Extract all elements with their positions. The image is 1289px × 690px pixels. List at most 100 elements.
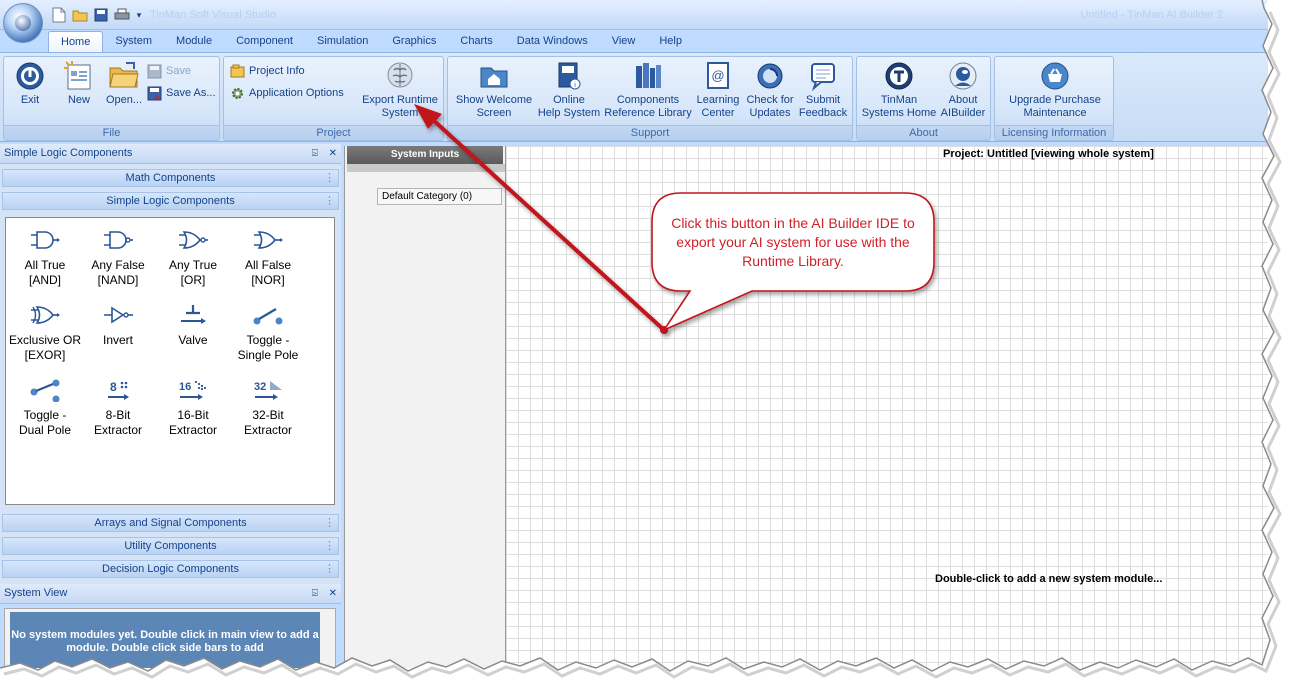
check-for-updates-button[interactable]: Check for Updates <box>744 60 796 120</box>
open-folder-large-icon <box>109 62 139 88</box>
exit-button[interactable]: Exit <box>10 60 50 107</box>
shopping-basket-icon <box>1041 62 1069 90</box>
category-simple-logic-components[interactable]: Simple Logic Components ⋮ <box>2 192 339 210</box>
save-as-button[interactable]: Save As... <box>147 84 216 102</box>
tab-home[interactable]: Home <box>48 31 104 53</box>
grip-icon: ⋮ <box>324 172 335 184</box>
toolbox-pane: Simple Logic Components ⍄ ✕ Math Compone… <box>0 144 341 584</box>
system-view-pane[interactable]: No system modules yet. Double click in m… <box>4 608 336 668</box>
tab-graphics[interactable]: Graphics <box>380 31 448 53</box>
learning-center-button[interactable]: @ Learning Center <box>694 60 742 120</box>
and-gate-icon <box>31 231 60 249</box>
close-icon[interactable]: ✕ <box>329 148 337 159</box>
component-any-false[interactable]: Any False [NAND] <box>79 228 157 288</box>
toggle-single-icon <box>253 308 283 325</box>
bit-badge: 16 <box>179 381 191 393</box>
licensing-group-label: Licensing Information <box>995 125 1113 140</box>
component-32-bit-extractor[interactable]: 32 32-Bit Extractor <box>229 378 307 438</box>
category-arrays-signal-components[interactable]: Arrays and Signal Components ⋮ <box>2 514 339 532</box>
component-invert[interactable]: Invert <box>79 303 157 348</box>
component-toggle-dual-pole[interactable]: Toggle - Dual Pole <box>6 378 84 438</box>
tinman-logo-icon <box>885 62 913 90</box>
save-disk-icon[interactable] <box>92 6 110 24</box>
close-icon[interactable]: ✕ <box>329 588 337 599</box>
component-label: Any True <box>168 258 218 272</box>
category-decision-logic-components[interactable]: Decision Logic Components ⋮ <box>2 560 339 578</box>
component-label: Single Pole <box>237 348 299 362</box>
new-button[interactable]: New <box>58 60 100 107</box>
project-info-label: Project Info <box>249 65 305 77</box>
save-as-label: Save As... <box>166 87 216 99</box>
component-label: Invert <box>102 333 133 347</box>
tab-simulation[interactable]: Simulation <box>305 31 380 53</box>
tab-component[interactable]: Component <box>224 31 305 53</box>
tab-view[interactable]: View <box>600 31 648 53</box>
about-aibuilder-button[interactable]: About AIBuilder <box>937 60 989 120</box>
grip-icon: ⋮ <box>324 563 335 575</box>
category-label: Decision Logic Components <box>102 563 239 575</box>
category-math-components[interactable]: Math Components ⋮ <box>2 169 339 187</box>
save-button[interactable]: Save <box>147 62 191 80</box>
callout-text: Click this button in the AI Builder IDE … <box>671 215 915 269</box>
component-label: Extractor <box>168 423 217 437</box>
tab-module[interactable]: Module <box>164 31 224 53</box>
component-16-bit-extractor[interactable]: 16 16-Bit Extractor <box>154 378 232 438</box>
component-8-bit-extractor[interactable]: 8 8-Bit Extractor <box>79 378 157 438</box>
component-label: 16-Bit <box>177 408 209 422</box>
online-help-system-button[interactable]: i Online Help System <box>535 60 603 120</box>
open-label: Open... <box>105 94 143 106</box>
learning-label-line2: Center <box>701 107 735 119</box>
tab-charts[interactable]: Charts <box>448 31 504 53</box>
component-toggle-single-pole[interactable]: Toggle - Single Pole <box>229 303 307 363</box>
component-all-true[interactable]: All True [AND] <box>6 228 84 288</box>
application-orb-button[interactable] <box>3 3 43 43</box>
tab-data-windows[interactable]: Data Windows <box>505 31 600 53</box>
ribbon: Exit New Open... Save Save As... File Pr… <box>0 52 1268 142</box>
category-label: Arrays and Signal Components <box>94 517 247 529</box>
system-view-message: No system modules yet. Double click in m… <box>10 612 320 668</box>
nand-gate-icon <box>104 231 133 249</box>
tinman-systems-home-button[interactable]: TinMan Systems Home <box>859 60 939 120</box>
xor-gate-icon <box>31 306 60 324</box>
pin-icon[interactable]: ⍄ <box>312 588 318 599</box>
component-any-true[interactable]: Any True [OR] <box>154 228 232 288</box>
tab-system[interactable]: System <box>103 31 164 53</box>
system-inputs-title: System Inputs <box>347 146 503 164</box>
project-info-button[interactable]: Project Info <box>230 62 305 80</box>
new-doc-icon[interactable] <box>50 6 68 24</box>
licensing-group: Upgrade Purchase Maintenance Licensing I… <box>994 56 1114 141</box>
toggle-dual-icon <box>30 379 60 402</box>
upgrade-label-line1: Upgrade Purchase <box>1009 94 1101 106</box>
help-label-line2: Help System <box>537 107 601 119</box>
print-icon[interactable] <box>113 6 131 24</box>
category-label: Utility Components <box>124 540 217 552</box>
help-label-line1: Online <box>553 94 585 106</box>
window-title: Untitled - TinMan AI Builder 2 <box>1080 9 1223 21</box>
open-button[interactable]: Open... <box>102 60 146 107</box>
default-category-item[interactable]: Default Category (0) <box>377 188 502 205</box>
gear-icon <box>232 87 243 99</box>
updates-label-line2: Updates <box>749 107 791 119</box>
show-welcome-screen-button[interactable]: Show Welcome Screen <box>450 60 538 120</box>
submit-feedback-button[interactable]: Submit Feedback <box>796 60 850 120</box>
component-all-false[interactable]: All False [NOR] <box>229 228 307 288</box>
about-label-line2: AIBuilder <box>940 107 986 119</box>
open-folder-icon[interactable] <box>71 6 89 24</box>
help-book-icon: i <box>558 62 581 90</box>
8bit-icon: 8 <box>108 380 129 400</box>
customize-dropdown-icon[interactable]: ▾ <box>134 6 144 24</box>
project-view-label: Project: Untitled [viewing whole system] <box>943 148 1154 160</box>
component-valve[interactable]: Valve <box>154 303 232 348</box>
export-runtime-system-button[interactable]: Export Runtime System <box>358 60 442 120</box>
tab-help[interactable]: Help <box>647 31 694 53</box>
application-options-button[interactable]: Application Options <box>230 84 344 102</box>
components-reference-library-button[interactable]: Components Reference Library <box>602 60 694 120</box>
bit-badge: 8 <box>110 380 117 394</box>
category-utility-components[interactable]: Utility Components ⋮ <box>2 537 339 555</box>
system-inputs-scrollbar[interactable] <box>347 164 505 172</box>
component-exclusive-or[interactable]: Exclusive OR [EXOR] <box>6 303 84 363</box>
about-group-label: About <box>857 125 990 140</box>
upgrade-purchase-maintenance-button[interactable]: Upgrade Purchase Maintenance <box>997 60 1113 120</box>
component-label: [NAND] <box>97 273 139 287</box>
pin-icon[interactable]: ⍄ <box>312 148 318 159</box>
